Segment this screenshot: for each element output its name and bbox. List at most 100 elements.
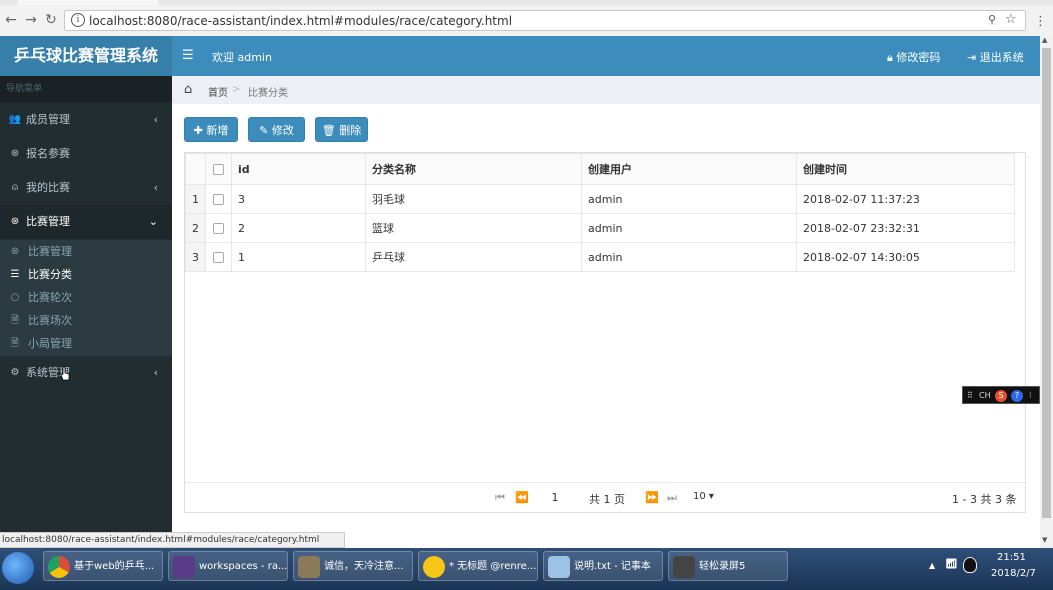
column-header-id[interactable]: id [231,153,366,185]
task-eclipse[interactable]: workspaces - ra... [168,551,288,581]
sidebar-subitem-race-management[interactable]: ⊛ 比赛管理 [0,240,172,263]
row-checkbox[interactable] [205,213,232,243]
app-logo[interactable]: 乒乓球比赛管理系统 [0,36,172,76]
table-row[interactable]: 1 3 羽毛球 admin 2018-02-07 11:37:23 [185,184,1015,214]
tray-expand-icon[interactable]: ▲ [929,561,935,570]
sidebar-item-signup[interactable]: ⊛ 报名参赛 [0,137,172,171]
task-chrome[interactable]: 基于web的乒乓... [43,551,163,581]
column-header-time[interactable]: 创建时间 [796,153,1015,185]
pagination-bar: ⏮ ⏪ 1 共 1 页 ⏩ ⏭ 10 ▾ 1 - 3 共 3 条 [184,482,1026,513]
sogou-icon[interactable]: S [995,390,1007,402]
avatar-icon [298,556,320,578]
checkbox-icon[interactable] [213,223,224,234]
ime-toolbar[interactable]: ⠿ CH S ? ⁝ [962,386,1040,404]
checkbox-icon[interactable] [213,164,224,175]
table-row[interactable]: 2 2 篮球 admin 2018-02-07 23:32:31 [185,213,1015,243]
ime-language[interactable]: CH [979,387,991,405]
logout-label: 退出系统 [979,51,1024,64]
network-icon[interactable]: 📶︎ [945,559,958,570]
sidebar-subitem-race-rounds[interactable]: ○ 比赛轮次 [0,286,172,309]
last-page-icon[interactable]: ⏭ [667,491,677,505]
scroll-down-icon[interactable]: ▼ [1042,536,1047,544]
logout-icon: ⇥ [967,51,980,64]
pin-icon[interactable]: ⚲ [988,13,996,26]
logout-link[interactable]: ⇥ 退出系统 [967,49,1024,65]
page-size-select[interactable]: 10 ▾ [693,491,714,502]
sidebar: 导航菜单 👥 成员管理 ‹ ⊛ 报名参赛 ⍝ 我的比赛 ‹ ⊛ 比赛管理 ⌄ ⊛… [0,76,172,548]
clock-time[interactable]: 21:51 [997,552,1026,563]
chrome-icon [48,556,70,578]
reload-icon[interactable]: ↻ [42,11,60,29]
scroll-up-icon[interactable]: ▲ [1042,36,1047,44]
browser-toolbar: ← → ↻ i localhost:8080/race-assistant/in… [0,5,1053,37]
forward-arrow-icon[interactable]: → [22,11,40,29]
vertical-scrollbar[interactable]: ▲ ▼ [1040,36,1053,548]
task-screen-recorder[interactable]: 轻松录屏5 [668,551,788,581]
table-row[interactable]: 3 1 乒乓球 admin 2018-02-07 14:30:05 [185,242,1015,272]
select-all-checkbox[interactable] [205,153,232,185]
task-label: workspaces - ra... [199,561,288,572]
cell-user: admin [581,184,797,214]
task-untitled[interactable]: * 无标题 @renre... [418,551,538,581]
sidebar-item-system[interactable]: ⚙ 系统管理 ‹ [0,356,172,390]
next-page-icon[interactable]: ⏩ [645,491,659,504]
task-notepad[interactable]: 说明.txt - 记事本 [543,551,663,581]
task-label: 说明.txt - 记事本 [574,561,651,572]
browser-menu-icon[interactable]: ⋮ [1034,14,1047,29]
ime-menu-icon[interactable]: ⁝ [1029,387,1032,405]
clock-date[interactable]: 2018/2/7 [991,568,1036,579]
menu-toggle-icon[interactable]: ☰ [182,48,194,63]
address-bar[interactable]: i localhost:8080/race-assistant/index.ht… [64,10,1026,31]
sidebar-item-members[interactable]: 👥 成员管理 ‹ [0,103,172,137]
windows-start-icon[interactable] [2,552,34,584]
task-chat[interactable]: 诚信，天冷注意... [293,551,413,581]
sidebar-item-my-races[interactable]: ⍝ 我的比赛 ‹ [0,171,172,205]
help-icon[interactable]: ? [1011,390,1023,402]
user-icon: ⍝ [12,182,18,193]
task-label: 诚信，天冷注意... [324,561,404,572]
sidebar-subitem-race-sessions[interactable]: 🗎 比赛场次 [0,309,172,332]
welcome-text: 欢迎 admin [212,51,272,64]
page-total: 共 1 页 [589,493,625,506]
prev-page-icon[interactable]: ⏪ [515,491,529,504]
column-header-name[interactable]: 分类名称 [365,153,582,185]
sidebar-subitem-race-category[interactable]: ☰ 比赛分类 [0,263,172,286]
breadcrumb-home[interactable]: 首页 [208,84,228,99]
file-icon: 🗎 [10,315,20,326]
sidebar-subitem-label: 小局管理 [28,337,72,350]
record-range: 1 - 3 共 3 条 [952,493,1017,506]
edit-button[interactable]: ✎ 修改 [248,117,305,142]
scrollbar-thumb[interactable] [1042,48,1051,518]
duck-icon [423,556,445,578]
row-checkbox[interactable] [205,184,232,214]
info-icon[interactable]: i [71,13,85,27]
address-url[interactable]: localhost:8080/race-assistant/index.html… [89,14,512,28]
sidebar-subitem-label: 比赛管理 [28,245,72,258]
basketball-icon: ⊛ [10,216,20,227]
rownum-header [185,153,206,185]
row-checkbox[interactable] [205,242,232,272]
file-icon: 🗎 [10,338,20,349]
checkbox-icon[interactable] [213,252,224,263]
change-password-link[interactable]: 🔒︎ 修改密码 [887,49,940,65]
qq-icon[interactable] [963,557,977,573]
sidebar-item-label: 我的比赛 [26,181,70,194]
cell-name: 羽毛球 [365,184,582,214]
cell-user: admin [581,242,797,272]
star-icon[interactable]: ☆ [1005,12,1017,27]
basketball-icon: ⊛ [10,246,20,257]
cell-time: 2018-02-07 23:32:31 [796,213,1015,243]
cell-id: 3 [231,184,366,214]
add-button[interactable]: ✚ 新增 [184,117,238,142]
sidebar-item-race-management[interactable]: ⊛ 比赛管理 ⌄ [0,205,172,239]
column-header-user[interactable]: 创建用户 [581,153,797,185]
sidebar-subitem-game-management[interactable]: 🗎 小局管理 [0,332,172,355]
back-arrow-icon[interactable]: ← [2,11,20,29]
checkbox-icon[interactable] [213,194,224,205]
home-icon[interactable]: ⌂ [184,82,192,97]
browser-status-bar: localhost:8080/race-assistant/index.html… [0,532,345,548]
first-page-icon[interactable]: ⏮ [495,491,505,505]
page-number-input[interactable]: 1 [539,490,571,506]
delete-button[interactable]: 🗑 删除 [315,117,368,142]
task-label: * 无标题 @renre... [449,561,537,572]
